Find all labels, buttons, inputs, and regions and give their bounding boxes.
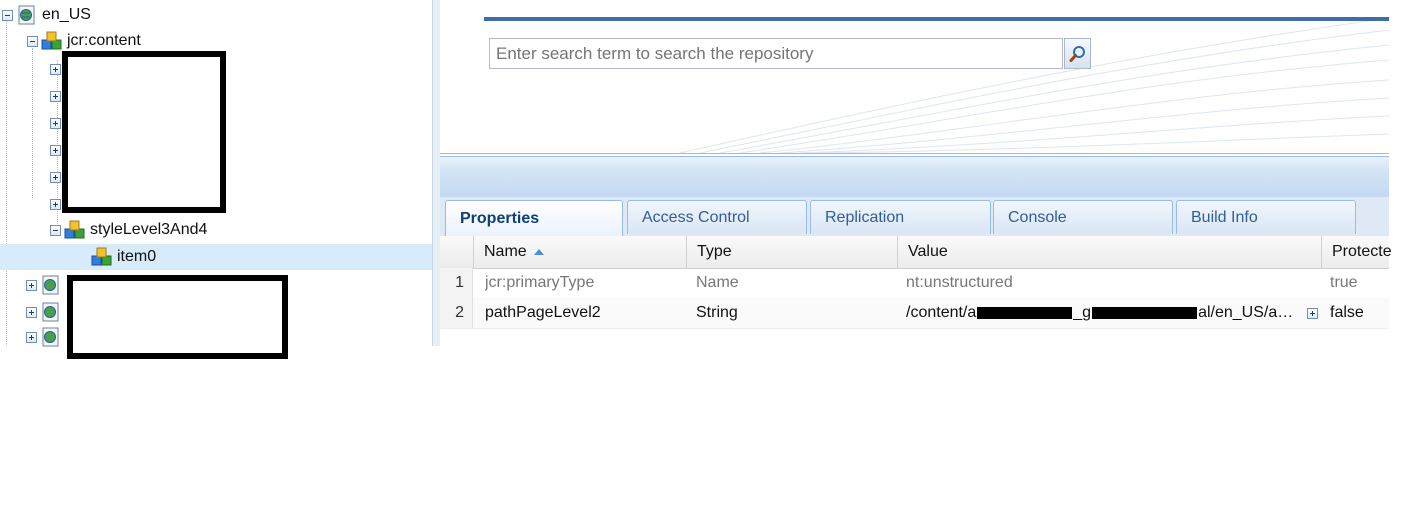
expand-icon[interactable]: [50, 144, 61, 156]
header-bar: [484, 17, 1389, 21]
tree-node-label: styleLevel3And4: [90, 221, 208, 238]
tab-label: Access Control: [642, 208, 750, 226]
row-number: 1: [440, 268, 473, 298]
collapse-icon[interactable]: [50, 224, 61, 236]
value-text: al/en_US/a…: [1198, 304, 1294, 321]
node-cubes-icon: [41, 31, 62, 50]
tab-build-info[interactable]: Build Info: [1176, 200, 1356, 234]
redaction-bar: [977, 307, 1073, 319]
column-title: Type: [697, 243, 732, 260]
expand-icon[interactable]: [26, 331, 37, 343]
column-header-value[interactable]: Value: [897, 236, 1321, 268]
value-text: /content/a: [906, 304, 977, 321]
tree-node-en-us[interactable]: en_US: [2, 2, 91, 28]
node-cubes-icon: [91, 247, 112, 266]
search-button[interactable]: [1064, 38, 1091, 69]
selected-row-highlight: [0, 244, 432, 270]
collapse-icon[interactable]: [27, 35, 38, 47]
redaction-box: [67, 275, 288, 359]
page-icon: [18, 5, 35, 25]
repository-tree: en_US jcr:content styleLevel3And4 item0: [0, 0, 432, 359]
tab-console[interactable]: Console: [993, 200, 1173, 234]
redaction-bar: [1092, 307, 1198, 319]
column-header-name[interactable]: Name: [473, 236, 686, 268]
decorative-wave-background: [679, 17, 1389, 153]
tree-node-label: jcr:content: [67, 32, 141, 49]
table-row[interactable]: 1 jcr:primaryType Name nt:unstructured t…: [440, 268, 1389, 299]
tree-node-collapsed[interactable]: [26, 272, 66, 298]
cell-name: jcr:primaryType: [485, 274, 595, 291]
column-header-protected[interactable]: Protecte: [1321, 236, 1392, 268]
page-icon: [42, 275, 59, 295]
cell-type: Name: [696, 274, 739, 291]
expand-icon[interactable]: [26, 279, 37, 291]
toolbar-band: [440, 156, 1389, 198]
node-cubes-icon: [64, 220, 85, 239]
page-icon: [42, 302, 59, 322]
column-header-type[interactable]: Type: [686, 236, 897, 268]
cell-protected: true: [1330, 274, 1358, 291]
tab-access-control[interactable]: Access Control: [627, 200, 807, 234]
expand-icon[interactable]: [50, 63, 61, 75]
column-title: Protecte: [1332, 243, 1392, 260]
expand-icon[interactable]: [50, 198, 61, 210]
tab-properties[interactable]: Properties: [445, 200, 623, 236]
cell-type: String: [696, 304, 738, 321]
tab-label: Console: [1008, 208, 1067, 226]
expand-icon[interactable]: [50, 90, 61, 102]
value-text: _g: [1073, 304, 1092, 321]
tab-label: Build Info: [1191, 208, 1258, 226]
cell-name: pathPageLevel2: [485, 304, 601, 321]
tree-node-style-level[interactable]: styleLevel3And4: [50, 217, 207, 243]
tree-node-label: en_US: [42, 6, 91, 23]
expand-icon[interactable]: [50, 171, 61, 183]
page-icon: [42, 327, 59, 347]
column-title: Value: [908, 243, 948, 260]
tab-strip: Properties Access Control Replication Co…: [440, 197, 1389, 237]
expand-icon[interactable]: [26, 306, 37, 318]
tree-node-label: item0: [117, 248, 157, 265]
redaction-box: [62, 51, 226, 213]
collapse-icon[interactable]: [2, 9, 13, 21]
tab-label: Replication: [825, 208, 905, 226]
column-title: Name: [484, 243, 527, 260]
tab-replication[interactable]: Replication: [810, 200, 991, 234]
row-number: 2: [440, 298, 473, 328]
tree-node-collapsed[interactable]: [26, 299, 66, 325]
panel-splitter[interactable]: [432, 0, 440, 346]
search-icon: [1069, 45, 1085, 62]
cell-value: /content/a _g al/en_US/a…: [906, 298, 1306, 328]
search-input[interactable]: [489, 38, 1063, 69]
tab-label: Properties: [460, 209, 540, 227]
grid-header: Name Type Value Protecte: [440, 236, 1392, 269]
search-panel: [440, 0, 1389, 154]
tree-node-collapsed[interactable]: [26, 324, 66, 350]
properties-grid: Name Type Value Protecte 1 jcr:primaryTy…: [440, 236, 1392, 346]
expand-value-icon[interactable]: [1307, 308, 1318, 319]
tree-guide-line: [32, 48, 33, 198]
tree-guide-line: [6, 20, 7, 346]
sort-ascending-icon: [533, 249, 544, 255]
expand-icon[interactable]: [50, 117, 61, 129]
table-row[interactable]: 2 pathPageLevel2 String /content/a _g al…: [440, 298, 1389, 329]
tree-node-item0[interactable]: item0: [91, 244, 156, 270]
cell-protected: false: [1330, 304, 1364, 321]
cell-value: nt:unstructured: [906, 274, 1013, 291]
